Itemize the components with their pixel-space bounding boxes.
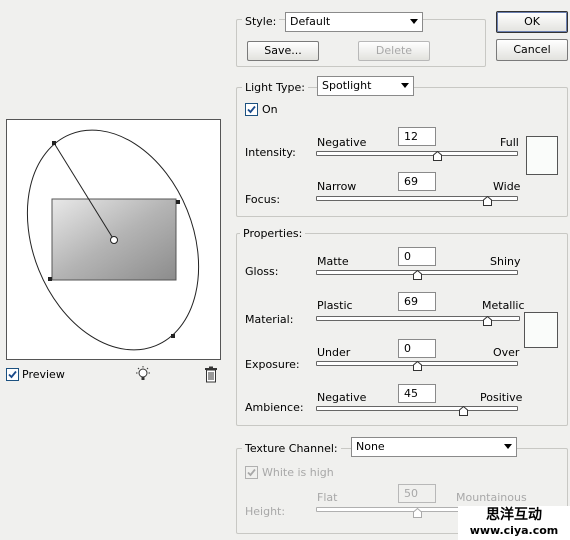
preview-canvas[interactable] — [6, 119, 221, 360]
intensity-min-label: Negative — [317, 136, 367, 149]
height-input[interactable]: 50 — [398, 484, 436, 503]
exposure-min-label: Under — [317, 346, 351, 359]
light-type-value: Spotlight — [322, 79, 372, 92]
material-input[interactable]: 69 — [398, 292, 436, 311]
style-dropdown[interactable]: Default — [285, 12, 423, 32]
focus-input[interactable]: 69 — [398, 172, 436, 191]
ambience-slider[interactable] — [316, 406, 518, 411]
bulb-icon[interactable] — [134, 365, 152, 383]
light-on-checkbox[interactable] — [245, 103, 258, 116]
intensity-slider-thumb[interactable] — [432, 151, 442, 161]
checkmark-icon — [247, 468, 256, 477]
ellipse-handle-right — [176, 200, 180, 204]
gloss-slider-thumb[interactable] — [412, 270, 422, 280]
checkmark-icon — [247, 105, 256, 114]
material-label: Material: — [245, 313, 294, 326]
style-label: Style: — [242, 15, 280, 28]
light-type-label: Light Type: — [242, 81, 308, 94]
cancel-button[interactable]: Cancel — [496, 39, 568, 61]
gloss-min-label: Matte — [317, 255, 349, 268]
gloss-max-label: Shiny — [490, 255, 521, 268]
exposure-input[interactable]: 0 — [398, 339, 436, 358]
watermark: 思洋互动 www.ciya.com — [458, 506, 570, 540]
gloss-label: Gloss: — [245, 265, 279, 278]
preview-label: Preview — [22, 368, 65, 381]
ellipse-handle-bottom — [171, 334, 175, 338]
save-style-button[interactable]: Save... — [247, 41, 319, 61]
focus-min-label: Narrow — [317, 180, 357, 193]
ellipse-handle-left — [48, 277, 52, 281]
light-type-dropdown[interactable]: Spotlight — [317, 76, 414, 96]
focus-slider-thumb[interactable] — [483, 196, 493, 206]
intensity-max-label: Full — [500, 136, 519, 149]
chevron-down-icon — [504, 444, 512, 449]
light-center-handle — [110, 236, 118, 244]
focus-label: Focus: — [245, 193, 281, 206]
material-slider-thumb[interactable] — [482, 316, 492, 326]
ambience-input[interactable]: 45 — [398, 384, 436, 403]
watermark-url: www.ciya.com — [469, 524, 559, 537]
material-color-swatch[interactable] — [524, 312, 558, 348]
exposure-label: Exposure: — [245, 358, 300, 371]
focus-max-label: Wide — [493, 180, 521, 193]
texture-channel-dropdown[interactable]: None — [351, 437, 517, 457]
ellipse-handle-top — [52, 141, 56, 145]
intensity-slider[interactable] — [316, 151, 518, 156]
ok-button[interactable]: OK — [496, 11, 568, 33]
style-dropdown-value: Default — [290, 15, 331, 28]
material-min-label: Plastic — [317, 299, 353, 312]
material-max-label: Metallic — [482, 299, 525, 312]
height-min-label: Flat — [317, 491, 338, 504]
ambience-label: Ambience: — [245, 401, 304, 414]
delete-style-button[interactable]: Delete — [358, 41, 430, 61]
checkmark-icon — [8, 370, 17, 379]
properties-title: Properties: — [240, 227, 306, 240]
white-is-high-label: White is high — [262, 466, 334, 479]
preview-checkbox[interactable] — [6, 368, 19, 381]
light-on-label: On — [262, 103, 278, 116]
exposure-max-label: Over — [493, 346, 520, 359]
ambience-slider-thumb[interactable] — [458, 406, 468, 416]
texture-channel-value: None — [356, 440, 385, 453]
ambience-max-label: Positive — [480, 391, 523, 404]
texture-channel-label: Texture Channel: — [242, 442, 341, 455]
light-color-swatch[interactable] — [526, 136, 558, 175]
ambience-min-label: Negative — [317, 391, 367, 404]
intensity-label: Intensity: — [245, 146, 296, 159]
trash-icon[interactable] — [203, 366, 219, 383]
height-label: Height: — [245, 505, 286, 518]
chevron-down-icon — [410, 19, 418, 24]
chevron-down-icon — [401, 83, 409, 88]
light-preview-svg[interactable] — [7, 120, 220, 359]
height-slider-thumb[interactable] — [413, 508, 422, 518]
white-is-high-checkbox[interactable] — [245, 466, 258, 479]
exposure-slider-thumb[interactable] — [412, 361, 422, 371]
intensity-input[interactable]: 12 — [398, 127, 436, 146]
gloss-input[interactable]: 0 — [398, 247, 436, 266]
watermark-title: 思洋互动 — [486, 507, 542, 523]
height-max-label: Mountainous — [456, 491, 527, 504]
